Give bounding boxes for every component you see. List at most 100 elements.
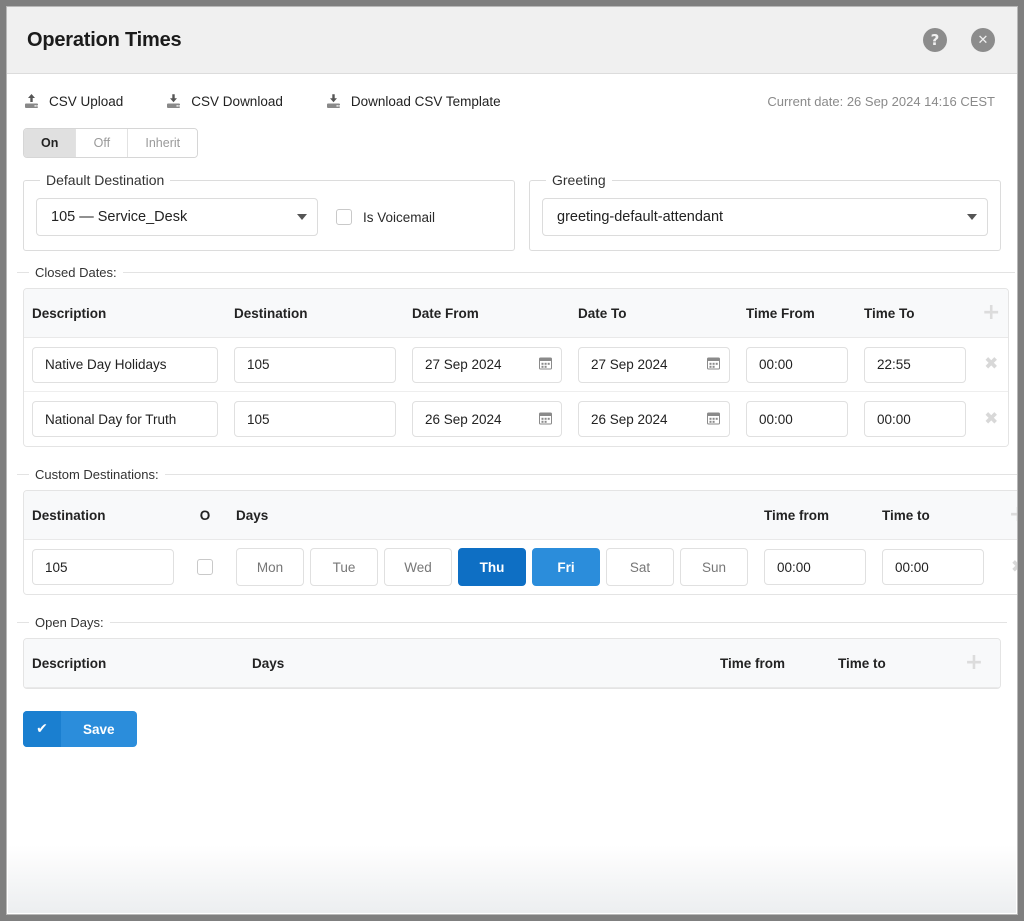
remove-row-icon[interactable]: ✖ xyxy=(984,356,998,373)
upload-icon xyxy=(23,93,40,110)
table-row: 105 Mon Tue Wed Thu Fri Sat Sun 00:00 00… xyxy=(24,540,1017,594)
default-destination-group: Default Destination 105 — Service_Desk I… xyxy=(23,172,515,251)
closed-date-time-to-input[interactable]: 22:55 xyxy=(864,346,966,383)
open-days-header-row: Description Days Time from Time to + xyxy=(24,639,1000,688)
open-days-table: Description Days Time from Time to + xyxy=(23,638,1001,689)
csv-upload-button[interactable]: CSV Upload xyxy=(23,93,123,110)
is-voicemail-wrap: Is Voicemail xyxy=(336,209,435,225)
default-destination-select[interactable]: 105 — Service_Desk xyxy=(36,198,318,236)
default-destination-inner: 105 — Service_Desk Is Voicemail xyxy=(36,198,502,236)
closed-date-to-input[interactable]: 26 Sep 2024 xyxy=(578,401,730,437)
destination-greeting-row: Default Destination 105 — Service_Desk I… xyxy=(7,158,1017,251)
calendar-icon[interactable] xyxy=(707,356,720,373)
download-template-label: Download CSV Template xyxy=(350,93,501,109)
save-button[interactable]: ✔ Save xyxy=(23,711,137,747)
greeting-select[interactable]: greeting-default-attendant xyxy=(542,198,988,236)
remove-row-icon[interactable]: ✖ xyxy=(984,410,998,428)
custom-destination-input[interactable]: 105 xyxy=(32,549,174,585)
calendar-icon[interactable] xyxy=(539,411,552,428)
column-header-time-to: Time To xyxy=(864,305,915,321)
closed-date-time-from-input[interactable]: 00:00 xyxy=(746,346,848,383)
calendar-icon[interactable] xyxy=(539,356,552,373)
custom-destinations-table: Destination O Days Time from Time to + 1… xyxy=(23,490,1017,595)
column-header-time-to: Time to xyxy=(838,655,886,671)
custom-destinations-section: Custom Destinations: Destination O Days … xyxy=(17,467,1017,601)
column-header-time-from: Time from xyxy=(720,655,786,671)
day-button-mon[interactable]: Mon xyxy=(236,548,304,586)
operation-times-dialog: Operation Times ? ✕ CSV Upload CSV Downl… xyxy=(6,6,1018,915)
greeting-group: Greeting greeting-default-attendant xyxy=(529,172,1001,251)
csv-toolbar: CSV Upload CSV Download Download CSV Tem… xyxy=(7,74,1017,128)
closed-date-from-input[interactable]: 26 Sep 2024 xyxy=(412,401,562,437)
open-days-legend: Open Days: xyxy=(35,615,104,630)
closed-date-to-value: 27 Sep 2024 xyxy=(591,357,668,372)
closed-date-to-input[interactable]: 27 Sep 2024 xyxy=(578,346,730,383)
current-date-text: Current date: 26 Sep 2024 14:16 CEST xyxy=(767,93,995,109)
csv-download-button[interactable]: CSV Download xyxy=(165,93,283,110)
toggle-option-on[interactable]: On xyxy=(24,129,77,157)
add-open-day-icon[interactable]: + xyxy=(965,652,983,674)
closed-date-time-from-input[interactable]: 00:00 xyxy=(746,401,848,437)
closed-dates-legend: Closed Dates: xyxy=(35,265,117,280)
calendar-icon[interactable] xyxy=(707,411,720,428)
download-csv-template-button[interactable]: Download CSV Template xyxy=(325,93,501,110)
add-custom-destination-icon[interactable]: + xyxy=(1009,504,1017,526)
day-button-wed[interactable]: Wed xyxy=(384,548,452,586)
closed-date-from-value: 26 Sep 2024 xyxy=(425,411,502,427)
closed-date-description-input[interactable]: National Day for Truth xyxy=(32,401,218,437)
remove-row-icon[interactable]: ✖ xyxy=(1011,558,1017,576)
closed-dates-header-row: Description Destination Date From Date T… xyxy=(24,289,1009,338)
save-bar: ✔ Save xyxy=(7,695,1017,747)
chevron-down-icon xyxy=(297,214,307,220)
greeting-inner: greeting-default-attendant xyxy=(542,198,988,236)
close-icon[interactable]: ✕ xyxy=(971,28,995,52)
closed-date-from-input[interactable]: 27 Sep 2024 xyxy=(412,346,562,383)
closed-date-time-to-input[interactable]: 00:00 xyxy=(864,401,966,437)
column-header-date-to: Date To xyxy=(578,305,627,321)
check-icon: ✔ xyxy=(23,711,61,747)
custom-destination-time-from-input[interactable]: 00:00 xyxy=(764,549,866,585)
download-template-icon xyxy=(325,93,342,110)
page-title: Operation Times xyxy=(27,28,182,51)
toggle-option-off[interactable]: Off xyxy=(76,129,129,157)
is-voicemail-label: Is Voicemail xyxy=(363,209,436,225)
closed-date-description-input[interactable]: Native Day Holidays xyxy=(32,346,218,383)
day-button-sat[interactable]: Sat xyxy=(606,548,674,586)
custom-destination-time-to-input[interactable]: 00:00 xyxy=(882,549,984,585)
custom-destination-o-checkbox[interactable] xyxy=(197,559,213,575)
closed-date-to-value: 26 Sep 2024 xyxy=(591,411,668,427)
state-toggle: On Off Inherit xyxy=(23,128,199,158)
column-header-description: Description xyxy=(32,305,107,321)
column-header-days: Days xyxy=(252,655,285,671)
custom-destinations-header-row: Destination O Days Time from Time to + xyxy=(24,491,1017,540)
default-destination-legend: Default Destination xyxy=(46,172,165,188)
day-button-sun[interactable]: Sun xyxy=(680,548,748,586)
table-row: Native Day Holidays 105 27 Sep 2024 27 S… xyxy=(24,338,1009,392)
closed-date-destination-input[interactable]: 105 xyxy=(234,401,396,437)
column-header-time-to: Time to xyxy=(882,507,930,523)
day-button-thu[interactable]: Thu xyxy=(458,548,526,586)
csv-download-label: CSV Download xyxy=(191,93,283,109)
closed-date-destination-input[interactable]: 105 xyxy=(234,346,396,383)
toggle-option-inherit[interactable]: Inherit xyxy=(128,129,198,157)
open-days-section: Open Days: Description Days Time from Ti… xyxy=(17,615,1007,695)
column-header-time-from: Time From xyxy=(746,305,815,321)
column-header-description: Description xyxy=(32,655,107,671)
add-closed-date-icon[interactable]: + xyxy=(982,302,1000,324)
custom-destinations-legend: Custom Destinations: xyxy=(35,467,159,482)
day-selector: Mon Tue Wed Thu Fri Sat Sun xyxy=(236,548,748,586)
column-header-days: Days xyxy=(236,507,269,523)
save-button-label: Save xyxy=(83,721,115,737)
column-header-time-from: Time from xyxy=(764,507,830,523)
column-header-date-from: Date From xyxy=(412,305,479,321)
column-header-o: O xyxy=(199,507,211,523)
day-button-fri[interactable]: Fri xyxy=(532,548,600,586)
is-voicemail-checkbox[interactable] xyxy=(336,209,352,225)
column-header-destination: Destination xyxy=(32,507,106,523)
download-icon xyxy=(165,93,182,110)
open-days-fieldset: Open Days: Description Days Time from Ti… xyxy=(17,615,1007,695)
default-destination-value: 105 — Service_Desk xyxy=(51,209,188,225)
help-icon[interactable]: ? xyxy=(923,28,947,52)
day-button-tue[interactable]: Tue xyxy=(310,548,378,586)
custom-destinations-fieldset: Custom Destinations: Destination O Days … xyxy=(17,467,1017,601)
